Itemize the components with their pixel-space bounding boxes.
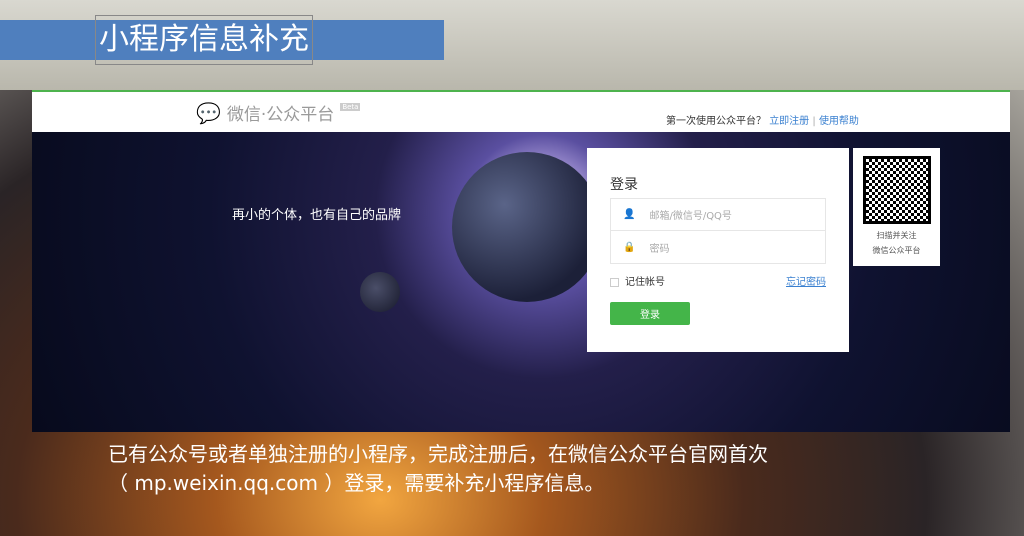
checkbox-icon [610,277,619,287]
login-panel: 登录 👤 邮箱/微信号/QQ号 🔒 密码 记住帐号 忘记密码 登录 [587,148,849,352]
slide-caption: 已有公众号或者单独注册的小程序，完成注册后，在微信公众平台官网首次 （ mp.w… [108,442,768,495]
planet-image [452,152,602,302]
qr-code-icon [862,156,931,224]
login-button[interactable]: 登录 [610,302,690,325]
slide-title: 小程序信息补充 [95,15,313,65]
banner: 再小的个体，也有自己的品牌 登录 👤 邮箱/微信号/QQ号 🔒 密码 记住帐号 忘记密… [32,132,1010,432]
account-input[interactable]: 👤 邮箱/微信号/QQ号 [610,198,826,231]
wechat-icon: 💬 [196,100,221,125]
moon-image [360,272,400,312]
site-header: 💬 微信·公众平台 Beta 第一次使用公众平台？ 立即注册 | 使用帮助 [32,92,1010,132]
header-links: 第一次使用公众平台？ 立即注册 | 使用帮助 [666,116,859,127]
help-link[interactable]: 使用帮助 [819,116,859,127]
screenshot: 💬 微信·公众平台 Beta 第一次使用公众平台？ 立即注册 | 使用帮助 再小的个… [32,90,1010,432]
lock-icon: 🔒 [623,241,636,253]
wechat-logo[interactable]: 💬 微信·公众平台 Beta [196,100,361,125]
login-title: 登录 [610,177,638,193]
forgot-password-link[interactable]: 忘记密码 [786,273,826,288]
register-link[interactable]: 立即注册 [769,116,809,127]
qr-panel: 扫描并关注 微信公众平台 [853,148,940,266]
user-icon: 👤 [623,209,636,220]
remember-checkbox[interactable]: 记住帐号 [610,273,665,288]
password-input[interactable]: 🔒 密码 [610,231,826,264]
slogan: 再小的个体，也有自己的品牌 [232,208,402,223]
